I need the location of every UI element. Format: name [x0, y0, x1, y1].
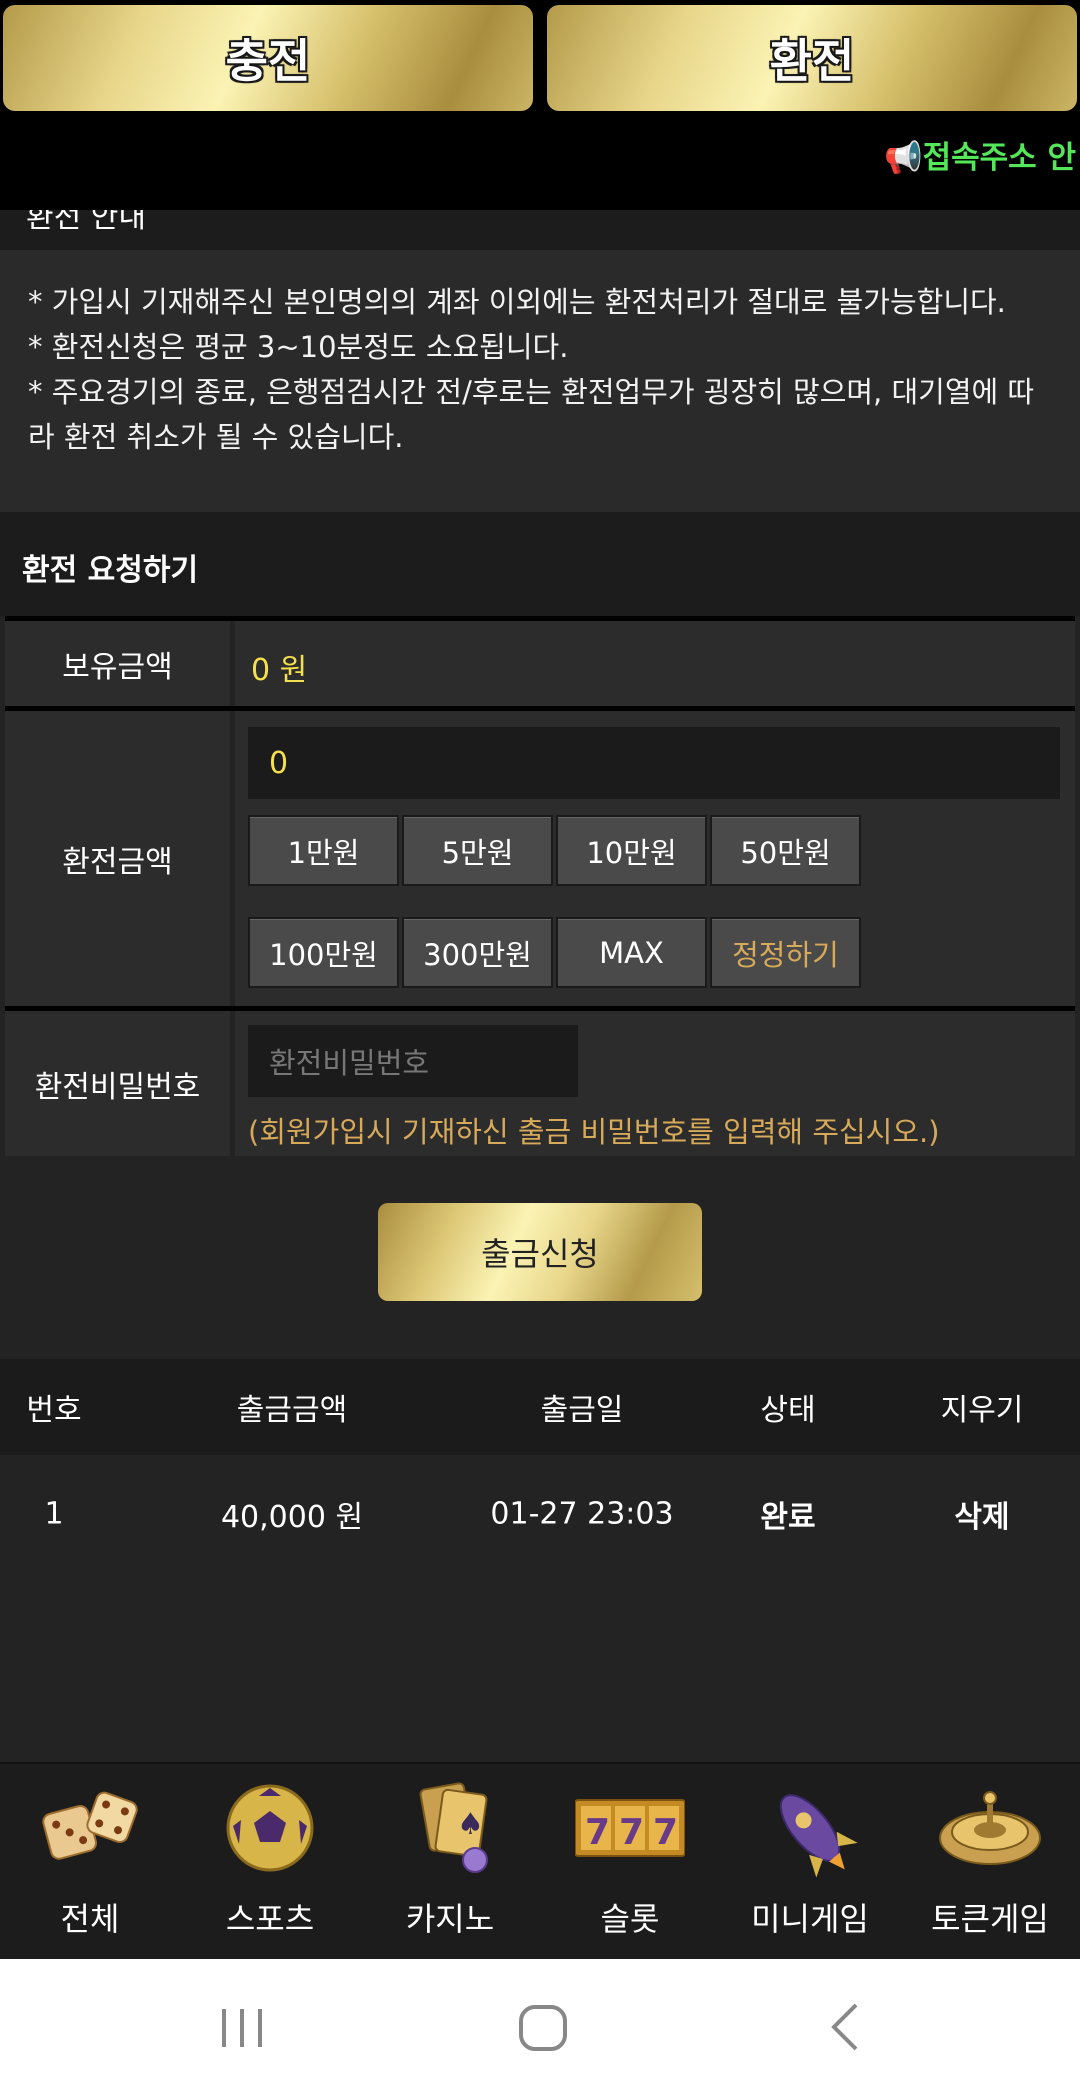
chip-1m-button[interactable]: 100만원 [248, 917, 399, 988]
top-tab-bar: 충전 환전 [0, 0, 1080, 114]
nav-label-slot: 슬롯 [600, 1900, 660, 1938]
row-delete-button[interactable]: 삭제 [954, 1492, 1009, 1536]
password-label: 환전비밀번호 [5, 1011, 230, 1156]
notice-line: * 주요경기의 종료, 은행점검시간 전/후로는 환전업무가 굉장히 많으며, … [28, 375, 1035, 454]
back-icon[interactable] [806, 1987, 886, 2067]
row-date: 01-27 23:03 [490, 1496, 674, 1532]
balance-row: 보유금액 0 원 [5, 616, 1075, 706]
chip-50k-button[interactable]: 5만원 [402, 815, 553, 886]
notice-line: * 가입시 기재해주신 본인명의의 계좌 이외에는 환전처리가 절대로 불가능합… [28, 285, 1006, 319]
header-no: 번호 [26, 1393, 82, 1428]
withdraw-submit-button[interactable]: 출금신청 [378, 1203, 702, 1301]
amount-label: 환전금액 [5, 711, 230, 1006]
svg-text:7: 7 [619, 1812, 644, 1853]
announcement-ticker: 📢접속주소 안 [0, 114, 1080, 210]
playing-cards-icon: ♠ [419, 1782, 488, 1873]
nav-label-minigame: 미니게임 [751, 1900, 869, 1938]
recent-apps-icon[interactable] [202, 1987, 282, 2067]
nav-label-token-game: 토큰게임 [931, 1900, 1049, 1938]
ticker-text: 📢접속주소 안 [884, 140, 1076, 176]
balance-label: 보유금액 [5, 621, 230, 706]
dice-icon [42, 1791, 138, 1860]
header-delete: 지우기 [940, 1393, 1024, 1428]
nav-item-sports[interactable]: 스포츠 [180, 1764, 360, 1961]
chip-10k-button[interactable]: 1만원 [248, 815, 399, 886]
home-icon[interactable] [503, 1987, 583, 2067]
exchange-request-header: 환전 요청하기 [0, 512, 1080, 616]
nav-item-token-game[interactable]: 토큰게임 [900, 1764, 1080, 1961]
password-row: 환전비밀번호 환전비밀번호 (회원가입시 기재하신 출금 비밀번호를 입력해 주… [5, 1006, 1075, 1156]
roulette-icon [939, 1791, 1041, 1865]
nav-item-slot[interactable]: 7 7 7 슬롯 [540, 1764, 720, 1961]
amount-input[interactable]: 0 [248, 727, 1060, 799]
exchange-request-title: 환전 요청하기 [22, 553, 199, 588]
soccer-ball-icon [226, 1784, 314, 1872]
tab-exchange[interactable]: 환전 [547, 5, 1077, 111]
exchange-notice: * 가입시 기재해주신 본인명의의 계좌 이외에는 환전처리가 절대로 불가능합… [0, 250, 1080, 512]
svg-text:7: 7 [585, 1812, 610, 1853]
nav-item-minigame[interactable]: 미니게임 [720, 1764, 900, 1961]
header-date: 출금일 [540, 1393, 624, 1428]
nav-label-casino: 카지노 [405, 1900, 495, 1938]
nav-label-sports: 스포츠 [225, 1900, 315, 1938]
row-status: 완료 [760, 1500, 816, 1535]
chip-max-button[interactable]: MAX [556, 917, 707, 988]
rocket-icon [779, 1794, 858, 1878]
tab-charge[interactable]: 충전 [3, 5, 533, 111]
svg-text:7: 7 [653, 1812, 678, 1853]
bottom-game-nav: 전체 스포츠 ♠ 카지노 7 7 7 슬롯 미니게임 토큰게임 [0, 1762, 1080, 1959]
notice-line: * 환전신청은 평균 3~10분정도 소요됩니다. [28, 330, 569, 364]
svg-text:♠: ♠ [457, 1807, 484, 1842]
chip-3m-button[interactable]: 300만원 [402, 917, 553, 988]
chip-500k-button[interactable]: 50만원 [710, 815, 861, 886]
chip-reset-button[interactable]: 정정하기 [710, 917, 861, 988]
password-input[interactable]: 환전비밀번호 [248, 1025, 578, 1097]
nav-item-casino[interactable]: ♠ 카지노 [360, 1764, 540, 1961]
nav-item-all[interactable]: 전체 [0, 1764, 180, 1961]
table-row: 1 40,000 원 01-27 23:03 완료 삭제 [0, 1455, 1080, 1573]
password-hint: (회원가입시 기재하신 출금 비밀번호를 입력해 주십시오.) [248, 1115, 940, 1149]
header-amount: 출금금액 [236, 1393, 348, 1428]
row-amount: 40,000 원 [220, 1500, 364, 1535]
chip-100k-button[interactable]: 10만원 [556, 815, 707, 886]
nav-label-all: 전체 [60, 1900, 120, 1938]
slot-777-icon: 7 7 7 [575, 1799, 685, 1857]
balance-value: 0 원 [251, 653, 308, 688]
row-no: 1 [44, 1496, 64, 1532]
header-status: 상태 [760, 1393, 816, 1428]
notice-section-header: 환전 안내 [0, 210, 1080, 250]
notice-section-title: 환전 안내 [26, 210, 146, 235]
amount-row: 환전금액 0 1만원 5만원 10만원 50만원 100만원 300만원 MAX… [5, 706, 1075, 1006]
history-table-header: 번호 출금금액 출금일 상태 지우기 [0, 1359, 1080, 1455]
system-navigation-bar [0, 1959, 1080, 2092]
